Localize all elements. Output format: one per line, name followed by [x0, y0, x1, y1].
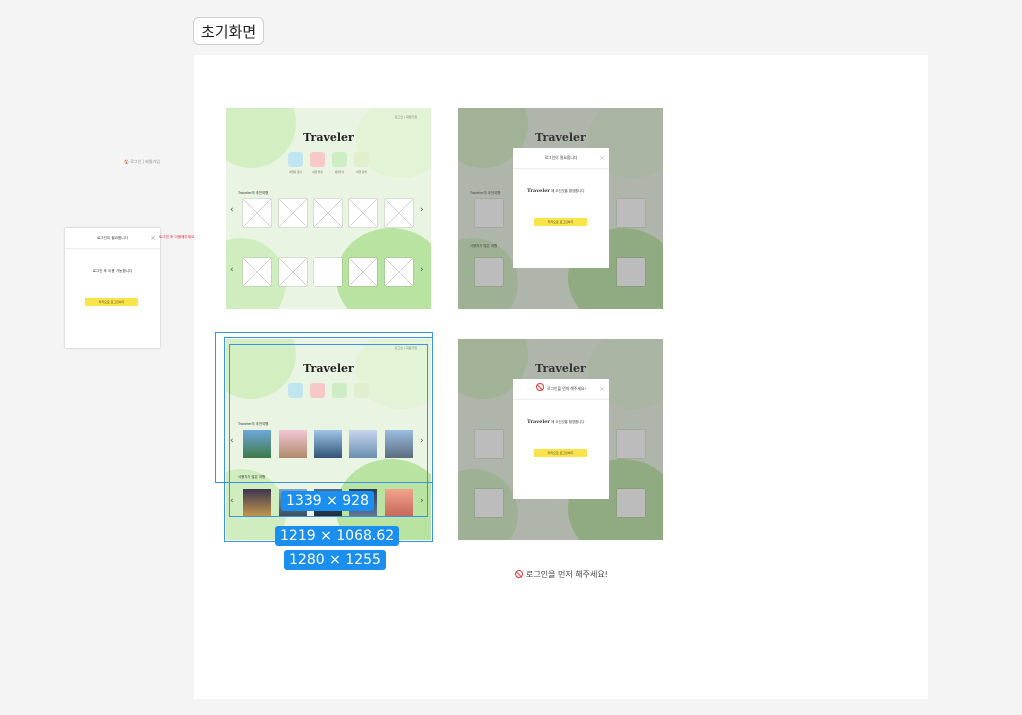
placeholder-card[interactable] — [314, 258, 342, 286]
popup-welcome-text: 에 오신것을 환영합니다 — [551, 189, 585, 193]
screen-login-warning: Traveler 로그인을 먼저 해주세요! × Traveler 에 오신것을… — [458, 339, 663, 540]
ban-icon — [515, 570, 523, 578]
edit-icon[interactable] — [332, 152, 347, 167]
category-label: 여행후기 — [334, 171, 345, 174]
logo[interactable]: Traveler — [226, 131, 431, 144]
kakao-login-button[interactable]: 카카오로 로그인하기 — [85, 298, 138, 306]
popup-header: 로그인이 필요합니다 × — [513, 148, 609, 169]
placeholder-card[interactable] — [279, 258, 307, 286]
close-icon[interactable]: × — [599, 379, 605, 399]
screen-main-wireframe: 로그인 | 회원가입 Traveler 여행지 찾기 여행 일정 여행후기 여행… — [226, 108, 431, 309]
category-label: 여행 일정 — [312, 171, 323, 174]
dimension-badge: 1280 × 1255 — [284, 550, 386, 570]
red-note: 로그인 후 이용해주세요 — [159, 235, 195, 239]
popup-welcome-text: 에 오신것을 환영합니다 — [551, 420, 585, 424]
standalone-top-nav: 🏠 로그인 | 회원가입 — [124, 159, 160, 164]
modal-body: 로그인 후 이용 가능합니다 — [92, 269, 133, 273]
frame-label[interactable]: 초기화면 — [193, 17, 265, 45]
pin-icon[interactable] — [288, 152, 303, 167]
screen-login-modal: Traveler Traveler의 추천여행 사용자가 많은 여행 로그인이 … — [458, 108, 663, 309]
login-popup: 로그인이 필요합니다 × Traveler 에 오신것을 환영합니다 카카오로 … — [513, 148, 609, 268]
dimension-badge: 1339 × 928 — [281, 491, 374, 511]
placeholder-card[interactable] — [349, 258, 377, 286]
category-label: 여행지 찾기 — [289, 171, 302, 174]
login-warning-popup: 로그인을 먼저 해주세요! × Traveler 에 오신것을 환영합니다 카카… — [513, 379, 609, 499]
placeholder-card[interactable] — [314, 199, 342, 227]
placeholder-card[interactable] — [279, 199, 307, 227]
popup-logo: Traveler — [527, 188, 551, 194]
dimension-badge: 1219 × 1068.62 — [275, 526, 400, 546]
section-title-recommend: Traveler의 추천여행 — [238, 191, 269, 195]
popup-title: 로그인이 필요합니다 — [544, 155, 578, 160]
search-icon[interactable] — [354, 152, 369, 167]
close-icon[interactable]: × — [150, 228, 156, 248]
placeholder-card[interactable] — [243, 258, 271, 286]
standalone-login-modal: 로그인이 필요합니다 × 로그인 후 이용 가능합니다 카카오로 로그인하기 — [65, 228, 160, 348]
popup-logo: Traveler — [527, 419, 551, 425]
popup-welcome: Traveler 에 오신것을 환영합니다 — [527, 419, 584, 425]
placeholder-card[interactable] — [385, 199, 413, 227]
bottom-warning-note: 로그인을 먼저 해주세요! — [515, 569, 608, 580]
book-icon[interactable] — [310, 152, 325, 167]
popup-title: 로그인을 먼저 해주세요! — [547, 386, 586, 391]
popup-welcome: Traveler 에 오신것을 환영합니다 — [527, 188, 584, 194]
close-icon[interactable]: × — [599, 148, 605, 168]
bottom-note-text: 로그인을 먼저 해주세요! — [526, 570, 608, 579]
chevron-right-icon[interactable]: › — [420, 265, 424, 275]
modal-header: 로그인이 필요합니다 × — [65, 228, 160, 249]
placeholder-card[interactable] — [349, 199, 377, 227]
chevron-right-icon[interactable]: › — [420, 205, 424, 215]
kakao-login-button[interactable]: 카카오로 로그인하기 — [534, 218, 587, 226]
kakao-login-button[interactable]: 카카오로 로그인하기 — [534, 449, 587, 457]
selection-box[interactable] — [224, 337, 433, 542]
placeholder-card[interactable] — [243, 199, 271, 227]
modal-title: 로그인이 필요합니다 — [97, 236, 128, 240]
chevron-left-icon[interactable]: ‹ — [230, 265, 234, 275]
top-nav[interactable]: 로그인 | 회원가입 — [395, 115, 417, 119]
ban-icon — [536, 383, 545, 391]
popup-header: 로그인을 먼저 해주세요! × — [513, 379, 609, 400]
category-label: 여행 검색 — [356, 171, 367, 174]
placeholder-card[interactable] — [385, 258, 413, 286]
chevron-left-icon[interactable]: ‹ — [230, 205, 234, 215]
